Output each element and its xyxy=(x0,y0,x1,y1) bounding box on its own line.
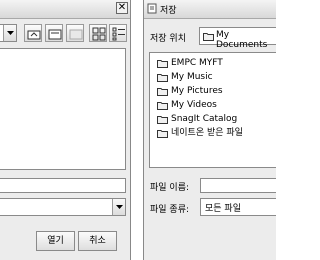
up-folder-icon xyxy=(27,30,41,40)
file-type-value: 모든 파일 xyxy=(205,204,241,214)
file-name-field[interactable] xyxy=(200,178,276,193)
look-in-value: My Documents xyxy=(216,30,268,50)
file-list[interactable]: EMPC MYFT My Music My Pictures My Videos Sna… xyxy=(149,52,276,168)
look-in-dropdown-arrow[interactable] xyxy=(3,25,16,41)
file-type-dropdown-arrow[interactable] xyxy=(112,199,125,215)
open-button[interactable]: 열기 xyxy=(36,231,75,251)
folder-icon xyxy=(157,74,168,82)
folder-item-label: My Videos xyxy=(171,100,217,110)
folder-item-label: SnagIt Catalog xyxy=(171,114,238,124)
save-dialog-titlebar: 저장 xyxy=(144,0,276,19)
file-type-label: 파일 종류: xyxy=(150,205,190,215)
file-list[interactable] xyxy=(0,48,126,170)
file-name-field[interactable] xyxy=(0,178,126,193)
new-folder-icon xyxy=(69,29,83,40)
folder-icon xyxy=(157,130,168,138)
chevron-down-icon xyxy=(116,205,123,209)
folder-item-label: My Music xyxy=(171,72,213,82)
home-button[interactable] xyxy=(45,24,63,42)
details-view-button[interactable] xyxy=(109,24,127,42)
open-dialog: ✕ 열기 취소 xyxy=(0,0,131,260)
folder-icon xyxy=(157,102,168,110)
folder-item-label: 네이트온 받은 파일 xyxy=(171,128,243,138)
list-view-button[interactable] xyxy=(89,24,107,42)
folder-icon xyxy=(157,60,168,68)
folder-item-label: My Pictures xyxy=(171,86,223,96)
look-in-combo[interactable] xyxy=(0,24,17,42)
look-in-label: 저장 위치 xyxy=(150,34,186,44)
open-dialog-titlebar: ✕ xyxy=(0,0,130,19)
save-dialog: 저장 저장 위치 My Documents EMPC MYFT My Music M… xyxy=(143,0,276,260)
file-type-combo[interactable] xyxy=(0,198,126,216)
look-in-combo[interactable]: My Documents xyxy=(199,27,276,50)
file-type-combo[interactable]: 모든 파일 xyxy=(200,198,276,216)
up-folder-button[interactable] xyxy=(24,24,42,42)
app-icon xyxy=(147,3,157,14)
dialog-title: 저장 xyxy=(160,6,177,16)
file-name-label: 파일 이름: xyxy=(150,183,190,193)
close-button[interactable]: ✕ xyxy=(116,2,128,14)
details-view-icon xyxy=(112,27,125,41)
folder-icon xyxy=(157,88,168,96)
folder-icon xyxy=(203,33,214,41)
folder-item-label: EMPC MYFT xyxy=(171,58,223,68)
list-view-icon xyxy=(92,27,106,41)
folder-icon xyxy=(157,116,168,124)
cancel-button[interactable]: 취소 xyxy=(78,231,117,251)
home-icon xyxy=(48,29,62,40)
chevron-down-icon xyxy=(7,31,14,35)
new-folder-button[interactable] xyxy=(66,24,84,42)
